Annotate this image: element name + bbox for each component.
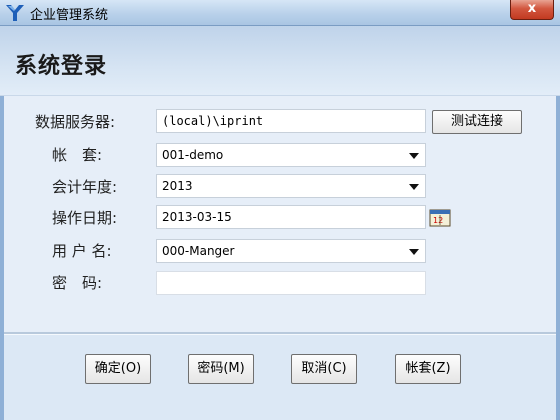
test-connection-button[interactable]: 测试连接 (432, 110, 522, 134)
svg-text:12: 12 (433, 216, 443, 225)
year-value: 2013 (162, 179, 193, 193)
window-title: 企业管理系统 (30, 8, 109, 23)
account-select[interactable]: 001-demo (156, 143, 426, 167)
app-logo-icon (6, 5, 24, 21)
dropdown-arrow-icon[interactable] (409, 184, 419, 190)
date-label: 操作日期: (52, 209, 118, 227)
date-input[interactable]: 2013-03-15 (156, 205, 426, 229)
calendar-icon[interactable]: 12 (429, 207, 451, 227)
account-value: 001-demo (162, 148, 224, 162)
server-label: 数据服务器: (35, 113, 116, 131)
header-panel: 系统登录 (0, 26, 560, 96)
account-set-button[interactable]: 帐套(Z) (395, 354, 461, 384)
username-label: 用 户 名: (52, 242, 112, 260)
server-input[interactable]: (local)\iprint (156, 109, 426, 133)
page-title: 系统登录 (15, 54, 108, 79)
title-bar[interactable]: 企业管理系统 x (0, 0, 560, 26)
button-bar: 确定(O) 密码(M) 取消(C) 帐套(Z) (4, 335, 556, 420)
username-select[interactable]: 000-Manger (156, 239, 426, 263)
password-label: 密 码: (52, 274, 103, 292)
password-input[interactable] (156, 271, 426, 295)
username-value: 000-Manger (162, 244, 235, 258)
cancel-button[interactable]: 取消(C) (291, 354, 357, 384)
dropdown-arrow-icon[interactable] (409, 153, 419, 159)
dropdown-arrow-icon[interactable] (409, 249, 419, 255)
change-password-button[interactable]: 密码(M) (188, 354, 254, 384)
year-select[interactable]: 2013 (156, 174, 426, 198)
close-icon: x (527, 1, 537, 16)
close-button[interactable]: x (510, 0, 554, 20)
ok-button[interactable]: 确定(O) (85, 354, 151, 384)
year-label: 会计年度: (52, 178, 118, 196)
account-label: 帐 套: (52, 146, 103, 164)
login-window: 企业管理系统 x 系统登录 数据服务器: (local)\iprint 测试连接… (0, 0, 560, 420)
login-form: 数据服务器: (local)\iprint 测试连接 帐 套: 001-demo… (4, 96, 556, 332)
